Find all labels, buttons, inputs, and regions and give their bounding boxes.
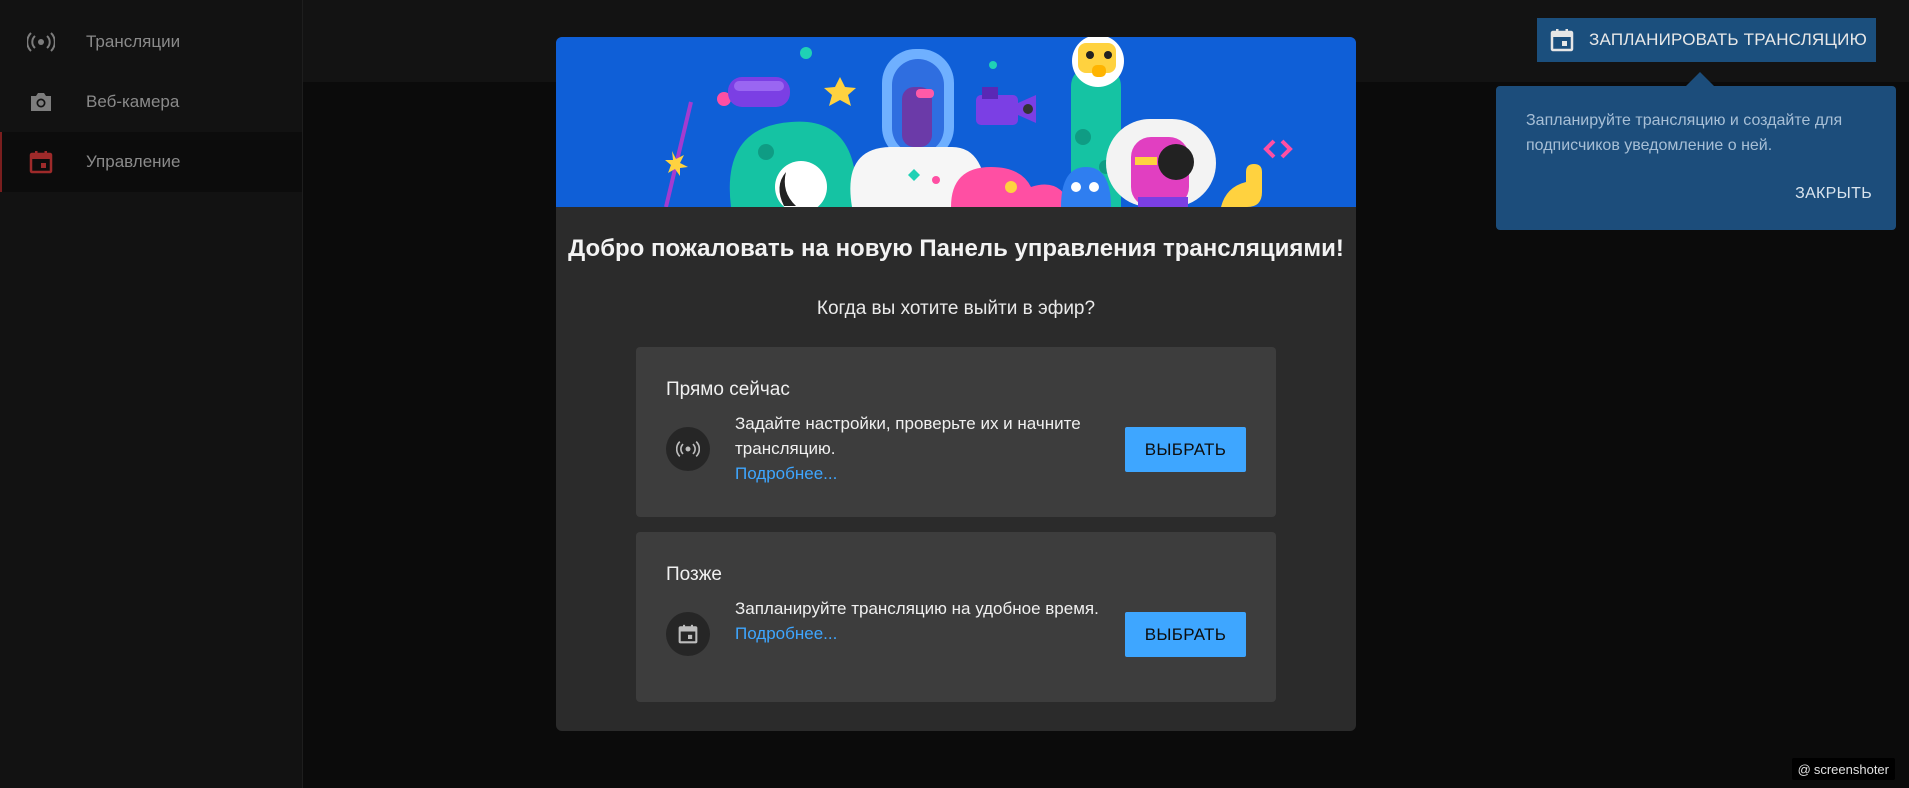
sidebar: Трансляции Веб-камера Управление — [0, 0, 303, 788]
camera-icon — [26, 87, 56, 117]
hero-illustration — [556, 37, 1356, 207]
schedule-stream-button[interactable]: ЗАПЛАНИРОВАТЬ ТРАНСЛЯЦИЮ — [1537, 18, 1876, 62]
option-description-text: Запланируйте трансляцию на удобное время… — [735, 599, 1099, 618]
learn-more-link[interactable]: Подробнее... — [735, 621, 1115, 646]
sidebar-item-broadcasts[interactable]: Трансляции — [0, 12, 302, 72]
sidebar-item-label: Веб-камера — [86, 92, 180, 111]
option-description: Запланируйте трансляцию на удобное время… — [735, 596, 1115, 646]
sidebar-item-manage[interactable]: Управление — [0, 132, 302, 192]
option-title: Прямо сейчас — [666, 379, 790, 400]
calendar-icon — [666, 612, 710, 656]
select-now-button[interactable]: ВЫБРАТЬ — [1125, 427, 1246, 472]
at-icon: @ — [1797, 761, 1811, 777]
learn-more-link[interactable]: Подробнее... — [735, 461, 1115, 486]
sidebar-item-webcam[interactable]: Веб-камера — [0, 72, 302, 132]
welcome-dialog: Добро пожаловать на новую Панель управле… — [556, 37, 1356, 731]
calendar-icon — [1549, 27, 1575, 53]
broadcast-icon — [666, 427, 710, 471]
option-description: Задайте настройки, проверьте их и начнит… — [735, 411, 1115, 486]
sidebar-item-label: Трансляции — [86, 32, 181, 51]
calendar-icon — [26, 147, 56, 177]
option-title: Позже — [666, 564, 722, 585]
dialog-subtitle: Когда вы хотите выйти в эфир? — [816, 298, 1096, 319]
watermark: @ screenshoter — [1791, 758, 1895, 780]
option-card-now: Прямо сейчас Задайте настройки, проверьт… — [636, 347, 1276, 517]
tooltip-text: Запланируйте трансляцию и создайте для п… — [1526, 112, 1843, 154]
broadcast-icon — [26, 27, 56, 57]
dialog-title: Добро пожаловать на новую Панель управле… — [568, 235, 1344, 262]
watermark-text: screenshoter — [1813, 761, 1889, 777]
option-description-text: Задайте настройки, проверьте их и начнит… — [735, 414, 1081, 458]
select-later-button[interactable]: ВЫБРАТЬ — [1125, 612, 1246, 657]
schedule-stream-label: ЗАПЛАНИРОВАТЬ ТРАНСЛЯЦИЮ — [1589, 30, 1867, 49]
sidebar-item-label: Управление — [86, 152, 181, 171]
schedule-tooltip: Запланируйте трансляцию и создайте для п… — [1496, 72, 1896, 230]
tooltip-close-button[interactable]: ЗАКРЫТЬ — [1795, 185, 1872, 203]
option-card-later: Позже Запланируйте трансляцию на удобное… — [636, 532, 1276, 702]
